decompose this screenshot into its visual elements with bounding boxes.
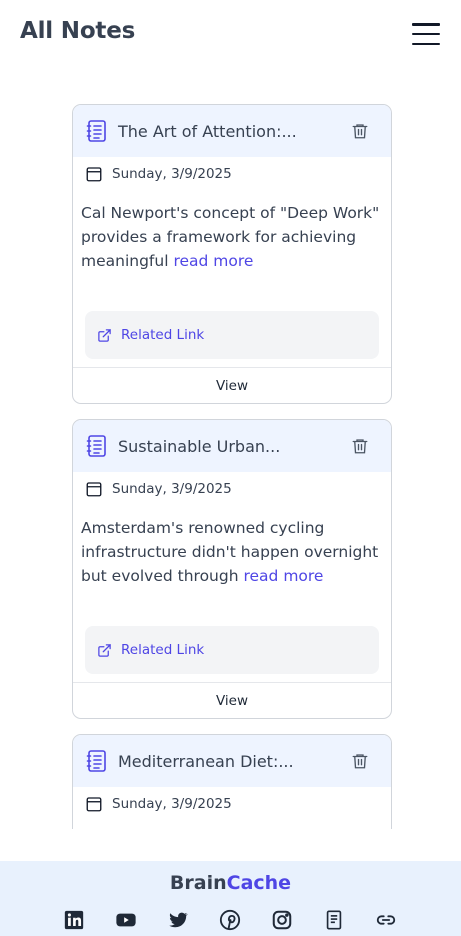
note-card-header: Sustainable Urban... — [73, 420, 391, 472]
note-card-header: The Art of Attention:... — [73, 105, 391, 157]
note-excerpt: Amsterdam's renowned cycling infrastruct… — [73, 506, 391, 626]
note-date: Sunday, 3/9/2025 — [112, 796, 232, 812]
read-more-link[interactable]: read more — [173, 252, 253, 270]
notes-list[interactable]: The Art of Attention:... Sunday, 3/9/202… — [0, 68, 461, 829]
related-link[interactable]: Related Link — [85, 311, 379, 359]
note-card-header: Mediterranean Diet:... — [73, 735, 391, 787]
view-button[interactable]: View — [73, 682, 391, 718]
page-title: All Notes — [20, 18, 136, 44]
app-footer: BrainCache — [0, 861, 461, 936]
calendar-icon — [86, 797, 102, 812]
brand-logo[interactable]: BrainCache — [0, 872, 461, 894]
brand-name-primary: Brain — [169, 872, 227, 894]
note-document-icon — [86, 750, 106, 772]
trash-icon[interactable] — [351, 437, 369, 455]
brand-name-accent: Cache — [226, 872, 292, 894]
external-link-icon — [98, 643, 111, 657]
note-card[interactable]: The Art of Attention:... Sunday, 3/9/202… — [72, 104, 392, 404]
note-date-row: Sunday, 3/9/2025 — [73, 157, 391, 191]
twitter-icon[interactable] — [167, 909, 189, 931]
instagram-icon[interactable] — [271, 909, 293, 931]
calendar-icon — [86, 482, 102, 497]
related-link-label: Related Link — [121, 642, 205, 658]
note-title: Sustainable Urban... — [118, 436, 281, 456]
hamburger-menu-icon[interactable] — [410, 20, 442, 48]
link-icon[interactable] — [375, 909, 397, 931]
note-title: The Art of Attention:... — [118, 121, 297, 141]
note-date-row: Sunday, 3/9/2025 — [73, 472, 391, 506]
read-more-link[interactable]: read more — [243, 567, 323, 585]
pinterest-icon[interactable] — [219, 909, 241, 931]
note-title: Mediterranean Diet:... — [118, 751, 294, 771]
external-link-icon — [98, 328, 111, 342]
note-document-icon — [86, 120, 106, 142]
note-card[interactable]: Mediterranean Diet:... Sunday, 3/9/2025 — [72, 734, 392, 829]
calendar-icon — [86, 167, 102, 182]
youtube-icon[interactable] — [115, 909, 137, 931]
app-header: All Notes — [0, 0, 461, 68]
related-link[interactable]: Related Link — [85, 626, 379, 674]
trash-icon[interactable] — [351, 752, 369, 770]
social-links — [60, 909, 400, 931]
document-icon[interactable] — [323, 909, 345, 931]
related-link-label: Related Link — [121, 327, 205, 343]
note-date-row: Sunday, 3/9/2025 — [73, 787, 391, 821]
note-date: Sunday, 3/9/2025 — [112, 166, 232, 182]
note-excerpt: Cal Newport's concept of "Deep Work" pro… — [73, 191, 391, 311]
note-document-icon — [86, 435, 106, 457]
note-date: Sunday, 3/9/2025 — [112, 481, 232, 497]
view-button[interactable]: View — [73, 367, 391, 403]
note-card[interactable]: Sustainable Urban... Sunday, 3/9/2025 Am… — [72, 419, 392, 719]
note-excerpt-text: Amsterdam's renowned cycling infrastruct… — [81, 519, 379, 585]
trash-icon[interactable] — [351, 122, 369, 140]
linkedin-icon[interactable] — [63, 909, 85, 931]
